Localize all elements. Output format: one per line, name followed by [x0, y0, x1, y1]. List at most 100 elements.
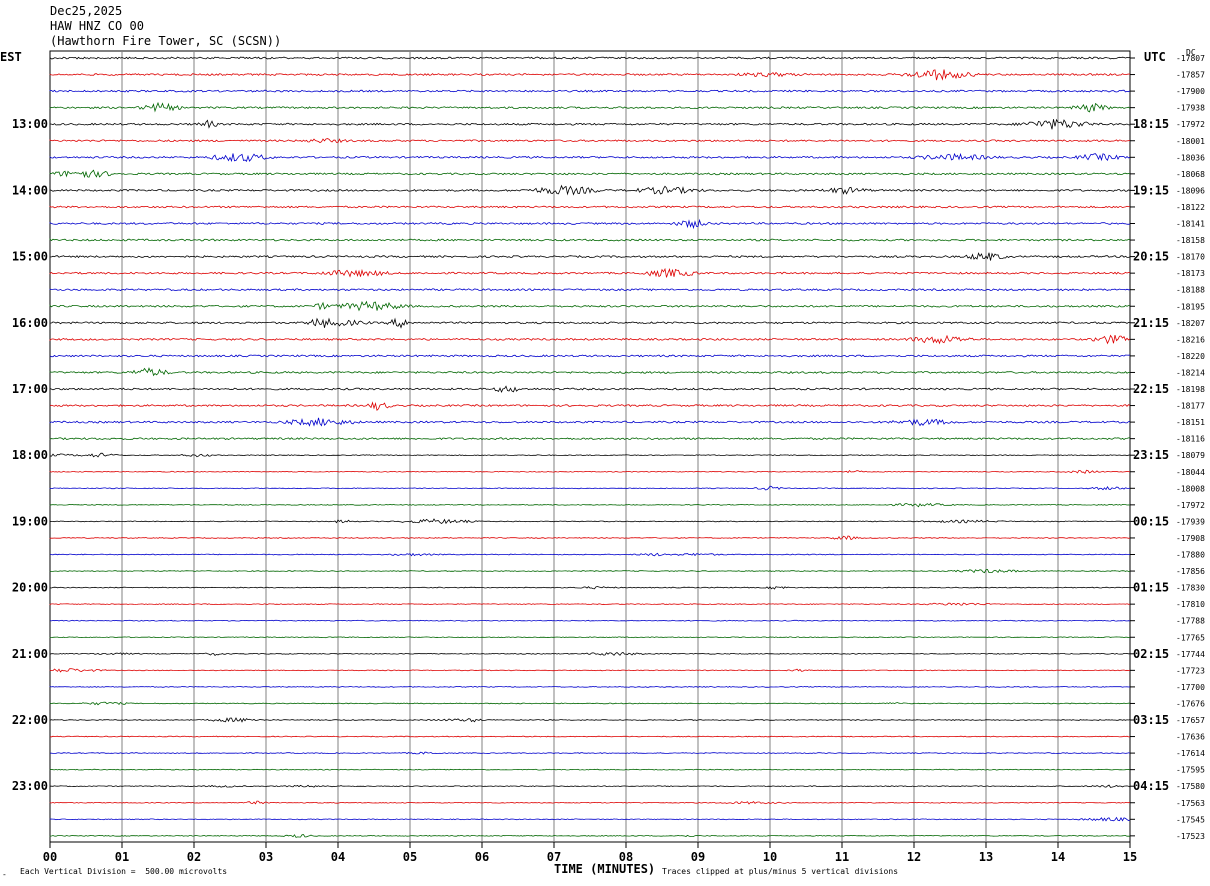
- x-tick-label: 06: [475, 850, 489, 864]
- seismic-trace: [49, 784, 1131, 788]
- seismic-trace: [49, 184, 1131, 196]
- dc-offset-label: -18173: [1176, 269, 1205, 278]
- seismic-trace: [49, 101, 1131, 113]
- left-hour-label: 14:00: [12, 183, 48, 197]
- dc-offset-label: -18188: [1176, 286, 1205, 295]
- dc-offset-label: -18214: [1176, 368, 1205, 377]
- seismic-trace: [49, 385, 1131, 394]
- x-tick-label: 00: [43, 850, 57, 864]
- seismic-trace: [49, 238, 1131, 242]
- left-hour-label: 20:00: [12, 581, 48, 595]
- right-hour-label: 03:15: [1133, 713, 1169, 727]
- dc-offset-label: -17939: [1176, 517, 1205, 526]
- seismic-trace: [49, 437, 1131, 441]
- left-hour-label: 23:00: [12, 779, 48, 793]
- dc-offset-label: -17938: [1176, 104, 1205, 113]
- right-hour-label: 01:15: [1133, 581, 1169, 595]
- left-hour-label: 22:00: [12, 713, 48, 727]
- dc-offset-label: -18044: [1176, 468, 1205, 477]
- x-tick-label: 13: [979, 850, 993, 864]
- left-hour-label: 13:00: [12, 117, 48, 131]
- left-hour-label: 15:00: [12, 250, 48, 264]
- dc-offset-label: -18151: [1176, 418, 1205, 427]
- dc-offset-label: -18158: [1176, 236, 1205, 245]
- dc-offset-label: -17830: [1176, 584, 1205, 593]
- left-hour-label: 17:00: [12, 382, 48, 396]
- seismic-trace: [49, 636, 1131, 639]
- seismic-trace: [49, 686, 1131, 688]
- x-tick-label: 03: [259, 850, 273, 864]
- seismic-trace: [49, 502, 1131, 508]
- dc-offset-label: -18195: [1176, 302, 1205, 311]
- seismic-trace: [49, 751, 1131, 755]
- dc-offset-label: -17676: [1176, 699, 1205, 708]
- corner-mark: -: [2, 870, 7, 879]
- dc-offset-label: -18207: [1176, 319, 1205, 328]
- seismic-trace: [49, 586, 1131, 590]
- right-hour-label: 02:15: [1133, 647, 1169, 661]
- seismic-trace: [49, 552, 1131, 557]
- seismic-trace: [49, 735, 1131, 738]
- seismic-trace: [49, 367, 1131, 377]
- seismic-trace: [49, 56, 1131, 60]
- seismic-trace: [49, 138, 1131, 144]
- seismic-trace: [49, 602, 1131, 606]
- left-hour-label: 18:00: [12, 448, 48, 462]
- seismic-trace: [49, 518, 1130, 525]
- dc-offset-label: -17580: [1176, 782, 1205, 791]
- seismic-trace: [49, 169, 1131, 179]
- seismic-trace: [49, 535, 1131, 541]
- seismic-trace: [49, 89, 1131, 93]
- x-tick-label: 11: [835, 850, 849, 864]
- dc-offset-label: -17595: [1176, 766, 1205, 775]
- right-hour-label: 00:15: [1133, 514, 1169, 528]
- seismogram-plot: 00 01 02 03 04 05 06 07 08 09 10 11 12 13 14 15-17807-1…: [12, 50, 1205, 864]
- scale-note: Each Vertical Division = 500.00 microvol…: [20, 867, 228, 876]
- right-hour-label: 18:15: [1133, 117, 1169, 131]
- x-tick-label: 04: [331, 850, 345, 864]
- right-hour-label: 19:15: [1133, 183, 1169, 197]
- seismic-trace: [49, 205, 1131, 209]
- plot-frame: [49, 50, 1131, 843]
- dc-offset-label: -18096: [1176, 186, 1205, 195]
- seismic-trace: [49, 469, 1131, 475]
- seismic-trace: [49, 717, 1131, 723]
- seismic-trace: [49, 288, 1131, 292]
- seismic-trace: [49, 152, 1131, 163]
- dc-offset-label: -18216: [1176, 335, 1205, 344]
- seismic-trace: [49, 651, 1130, 656]
- right-hour-label: 04:15: [1133, 779, 1169, 793]
- dc-offset-label: -18141: [1176, 220, 1205, 229]
- clip-note: Traces clipped at plus/minus 5 vertical …: [662, 867, 899, 876]
- dc-offset-label: -17657: [1176, 716, 1205, 725]
- dc-offset-label: -17908: [1176, 534, 1205, 543]
- seismic-trace: [49, 69, 1131, 81]
- seismic-trace: [49, 417, 1131, 427]
- dc-offset-label: -18116: [1176, 435, 1205, 444]
- dc-offset-label: -17972: [1176, 501, 1205, 510]
- dc-offset-label: -17900: [1176, 87, 1205, 96]
- dc-offset-label: -17545: [1176, 815, 1205, 824]
- seismic-trace: [49, 668, 1131, 673]
- dc-offset-label: -18198: [1176, 385, 1205, 394]
- dc-offset-label: -17723: [1176, 666, 1205, 675]
- right-hour-label: 23:15: [1133, 448, 1169, 462]
- dc-offset-label: -17972: [1176, 120, 1205, 129]
- x-tick-label: 01: [115, 850, 129, 864]
- dc-offset-label: -18079: [1176, 451, 1205, 460]
- seismic-trace: [49, 354, 1131, 358]
- dc-offset-label: -17857: [1176, 71, 1205, 80]
- seismic-trace: [49, 218, 1131, 230]
- dc-offset-label: -18001: [1176, 137, 1205, 146]
- seismic-trace: [49, 800, 1131, 805]
- dc-offset-label: -17614: [1176, 749, 1205, 758]
- dc-offset-label: -17880: [1176, 551, 1205, 560]
- seismic-trace: [49, 619, 1131, 622]
- dc-offset-label: -17788: [1176, 617, 1205, 626]
- seismic-trace: [49, 118, 1131, 130]
- right-hour-label: 21:15: [1133, 316, 1169, 330]
- dc-offset-label: -17563: [1176, 799, 1205, 808]
- x-tick-label: 15: [1123, 850, 1137, 864]
- dc-offset-label: -17636: [1176, 733, 1205, 742]
- dc-offset-label: -18008: [1176, 484, 1205, 493]
